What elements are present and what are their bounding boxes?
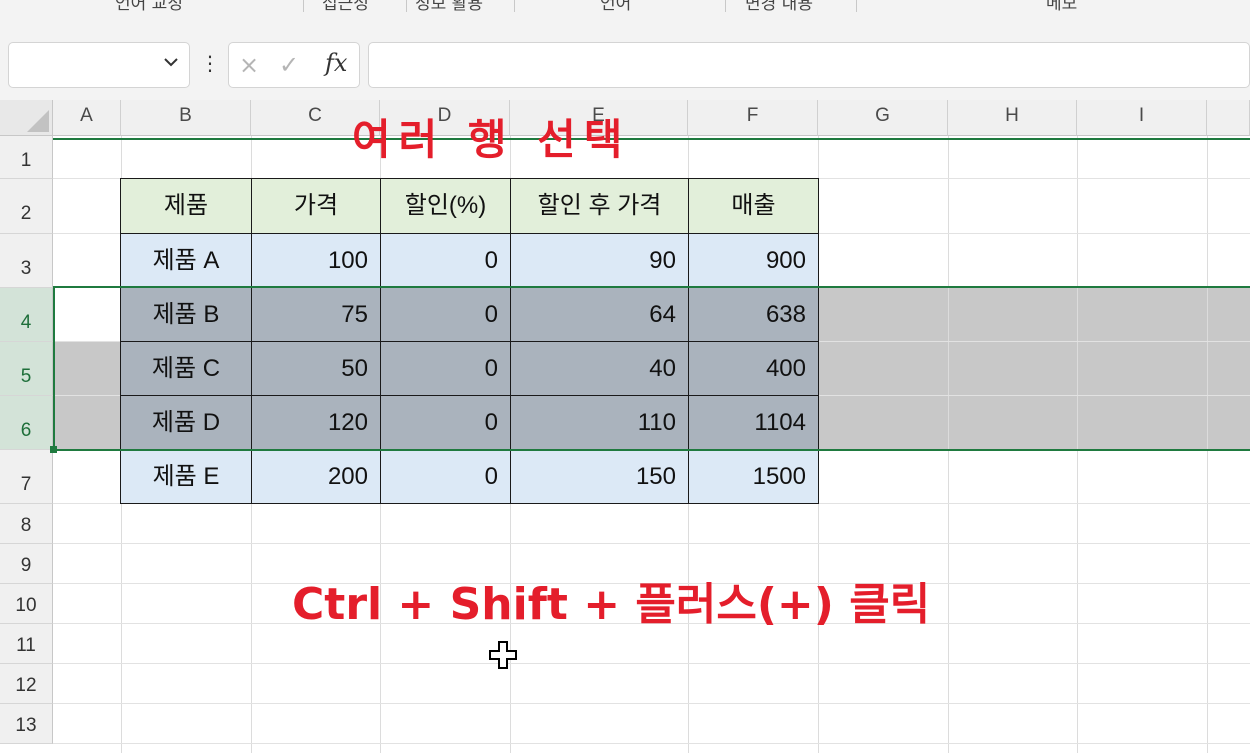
- row-header-7[interactable]: 7: [0, 450, 53, 504]
- column-header-g[interactable]: G: [818, 100, 948, 136]
- selection-outline: [53, 286, 1250, 451]
- cancel-icon[interactable]: ×: [239, 51, 259, 79]
- formula-input[interactable]: [368, 42, 1250, 88]
- row-header-9[interactable]: 9: [0, 544, 53, 584]
- row-header-4[interactable]: 4: [0, 288, 53, 342]
- table-cell[interactable]: 200: [251, 449, 381, 504]
- column-header-b[interactable]: B: [121, 100, 251, 136]
- plus-cursor-icon: [489, 641, 517, 669]
- table-header-cell[interactable]: 제품: [120, 178, 252, 234]
- table-cell[interactable]: 0: [380, 449, 511, 504]
- row-header-3[interactable]: 3: [0, 234, 53, 288]
- table-cell[interactable]: 100: [251, 233, 381, 288]
- row-header-6[interactable]: 6: [0, 396, 53, 450]
- more-options-icon[interactable]: ⋮: [200, 50, 220, 80]
- row-header-5[interactable]: 5: [0, 342, 53, 396]
- table-cell[interactable]: 150: [510, 449, 689, 504]
- gridline: [53, 543, 1250, 544]
- ribbon-group-accessibility[interactable]: 접근성: [322, 0, 369, 14]
- ribbon-group-proofing[interactable]: 언어 교정: [115, 0, 183, 14]
- ribbon-separator: [514, 0, 515, 12]
- table-cell[interactable]: 900: [688, 233, 819, 288]
- row-header-1[interactable]: 1: [0, 136, 53, 179]
- gridline: [53, 703, 1250, 704]
- annotation-title: 여러 행 선택: [352, 115, 631, 164]
- row-header-10[interactable]: 10: [0, 584, 53, 624]
- name-box[interactable]: [8, 42, 190, 88]
- ribbon-separator: [856, 0, 857, 12]
- row-header-11[interactable]: 11: [0, 624, 53, 664]
- selection-outline-top: [53, 138, 1250, 140]
- ribbon-group-insights[interactable]: 정보 활용: [415, 0, 483, 14]
- column-header-j[interactable]: [1207, 100, 1250, 136]
- table-cell[interactable]: 제품 E: [120, 449, 252, 504]
- insert-function-icon[interactable]: fx: [325, 49, 347, 77]
- ribbon-group-comments[interactable]: 메모: [1046, 0, 1077, 14]
- table-cell[interactable]: 1500: [688, 449, 819, 504]
- fill-handle[interactable]: [50, 446, 57, 453]
- table-cell[interactable]: 제품 A: [120, 233, 252, 288]
- column-header-h[interactable]: H: [948, 100, 1077, 136]
- ribbon-separator: [406, 0, 407, 12]
- ribbon-group-language[interactable]: 언어: [600, 0, 631, 14]
- row-header-8[interactable]: 8: [0, 504, 53, 544]
- row-header-2[interactable]: 2: [0, 179, 53, 234]
- row-header-13[interactable]: 13: [0, 704, 53, 744]
- formula-buttons: × ✓ fx: [228, 42, 360, 88]
- ribbon-separator: [725, 0, 726, 12]
- table-cell[interactable]: 90: [510, 233, 689, 288]
- table-header-cell[interactable]: 할인 후 가격: [510, 178, 689, 234]
- annotation-shortcut: Ctrl + Shift + 플러스(+) 클릭: [292, 579, 931, 630]
- select-all-button[interactable]: [0, 100, 53, 136]
- row-header-12[interactable]: 12: [0, 664, 53, 704]
- chevron-down-icon[interactable]: [163, 54, 179, 75]
- gridline: [53, 663, 1250, 664]
- column-header-a[interactable]: A: [53, 100, 121, 136]
- table-header-cell[interactable]: 할인(%): [380, 178, 511, 234]
- spreadsheet-window: 언어 교정 접근성 정보 활용 언어 변경 내용 메모 ⋮ × ✓ fx A B…: [0, 0, 1250, 753]
- ribbon-group-changes[interactable]: 변경 내용: [745, 0, 813, 14]
- ribbon-group-labels: 언어 교정 접근성 정보 활용 언어 변경 내용 메모: [0, 0, 1250, 36]
- formula-bar: ⋮ × ✓ fx: [0, 36, 1250, 100]
- gridline: [53, 743, 1250, 744]
- table-header-cell[interactable]: 가격: [251, 178, 381, 234]
- column-header-i[interactable]: I: [1077, 100, 1207, 136]
- table-cell[interactable]: 0: [380, 233, 511, 288]
- enter-icon[interactable]: ✓: [279, 51, 299, 79]
- table-header-cell[interactable]: 매출: [688, 178, 819, 234]
- column-header-f[interactable]: F: [688, 100, 818, 136]
- ribbon-separator: [303, 0, 304, 12]
- worksheet-grid[interactable]: A B C D E F G H I 1 2 3 4 5 6 7 8 9 10 1…: [0, 100, 1250, 753]
